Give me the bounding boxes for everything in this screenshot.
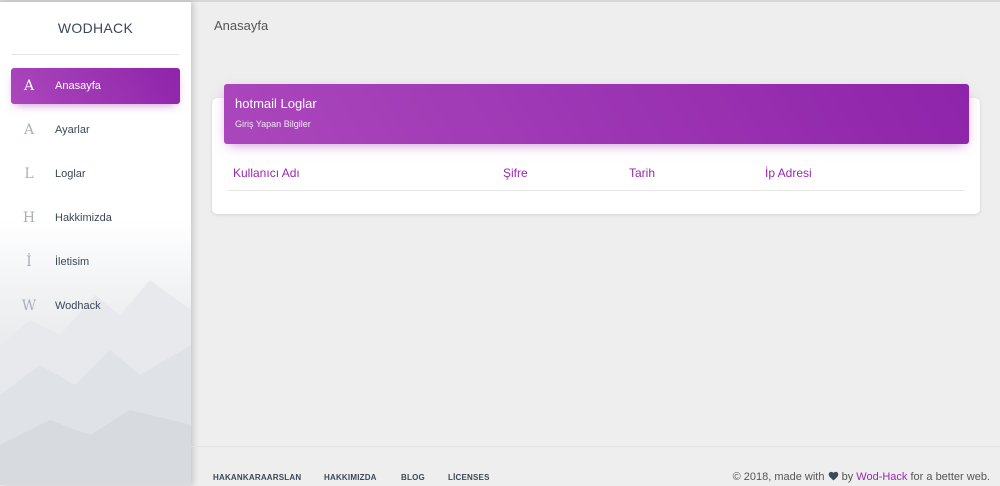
- sidebar-item-hakkimizda[interactable]: H Hakkimizda: [11, 200, 180, 236]
- footer-link-blog[interactable]: BLOG: [401, 473, 425, 482]
- column-header-date: Tarih: [629, 166, 656, 180]
- column-header-password: Şifre: [503, 166, 528, 180]
- sidebar-item-label: Anasayfa: [55, 80, 101, 92]
- card-header: hotmail Loglar Giriş Yapan Bilgiler: [224, 84, 969, 144]
- column-header-ip-address: İp Adresi: [765, 166, 812, 180]
- sidebar-nav: A Anasayfa A Ayarlar L Loglar H Hakkimiz…: [0, 68, 191, 332]
- iletisim-icon: İ: [26, 254, 32, 270]
- wodhack-icon: W: [21, 298, 37, 314]
- copyright-suffix: for a better web.: [910, 471, 991, 483]
- ayarlar-icon: A: [23, 122, 35, 138]
- sidebar-item-label: İletisim: [55, 256, 90, 268]
- sidebar-item-anasayfa[interactable]: A Anasayfa: [11, 68, 180, 104]
- anasayfa-icon: A: [23, 78, 35, 94]
- sidebar-item-iletisim[interactable]: İ İletisim: [11, 244, 180, 280]
- sidebar-item-ayarlar[interactable]: A Ayarlar: [11, 112, 180, 148]
- brand-logo-text[interactable]: WODHACK: [0, 2, 191, 54]
- table-header-row: Kullanıcı Adı Şifre Tarih İp Adresi: [227, 160, 965, 191]
- wod-hack-link[interactable]: Wod-Hack: [856, 471, 907, 483]
- loglar-icon: L: [24, 166, 34, 182]
- card-title: hotmail Loglar: [235, 96, 317, 111]
- sidebar-item-label: Loglar: [55, 168, 86, 180]
- footer-link-licenses[interactable]: LİCENSES: [448, 473, 490, 482]
- copyright-prefix: © 2018, made with: [732, 471, 825, 483]
- footer-link-hakkimizda[interactable]: HAKKIMIZDA: [324, 473, 377, 482]
- sidebar-item-label: Wodhack: [55, 300, 101, 312]
- sidebar-item-wodhack[interactable]: W Wodhack: [11, 288, 180, 324]
- hakkimizda-icon: H: [22, 210, 36, 226]
- sidebar-item-loglar[interactable]: L Loglar: [11, 156, 180, 192]
- card-subtitle: Giriş Yapan Bilgiler: [235, 119, 311, 129]
- footer: HAKANKARAARSLAN HAKKIMIZDA BLOG LİCENSES…: [191, 446, 1000, 486]
- sidebar: WODHACK A Anasayfa A Ayarlar L Loglar H …: [0, 2, 191, 485]
- column-header-username: Kullanıcı Adı: [233, 166, 300, 180]
- brand-divider: [12, 54, 179, 55]
- footer-link-hakankaraarslan[interactable]: HAKANKARAARSLAN: [213, 473, 301, 482]
- copyright-text: © 2018, made with by Wod-Hack for a bett…: [733, 471, 990, 483]
- copyright-by: by: [841, 471, 854, 483]
- heart-icon: [828, 471, 838, 481]
- sidebar-item-label: Ayarlar: [55, 124, 90, 136]
- page-title[interactable]: Anasayfa: [214, 18, 268, 33]
- sidebar-item-label: Hakkimizda: [55, 212, 112, 224]
